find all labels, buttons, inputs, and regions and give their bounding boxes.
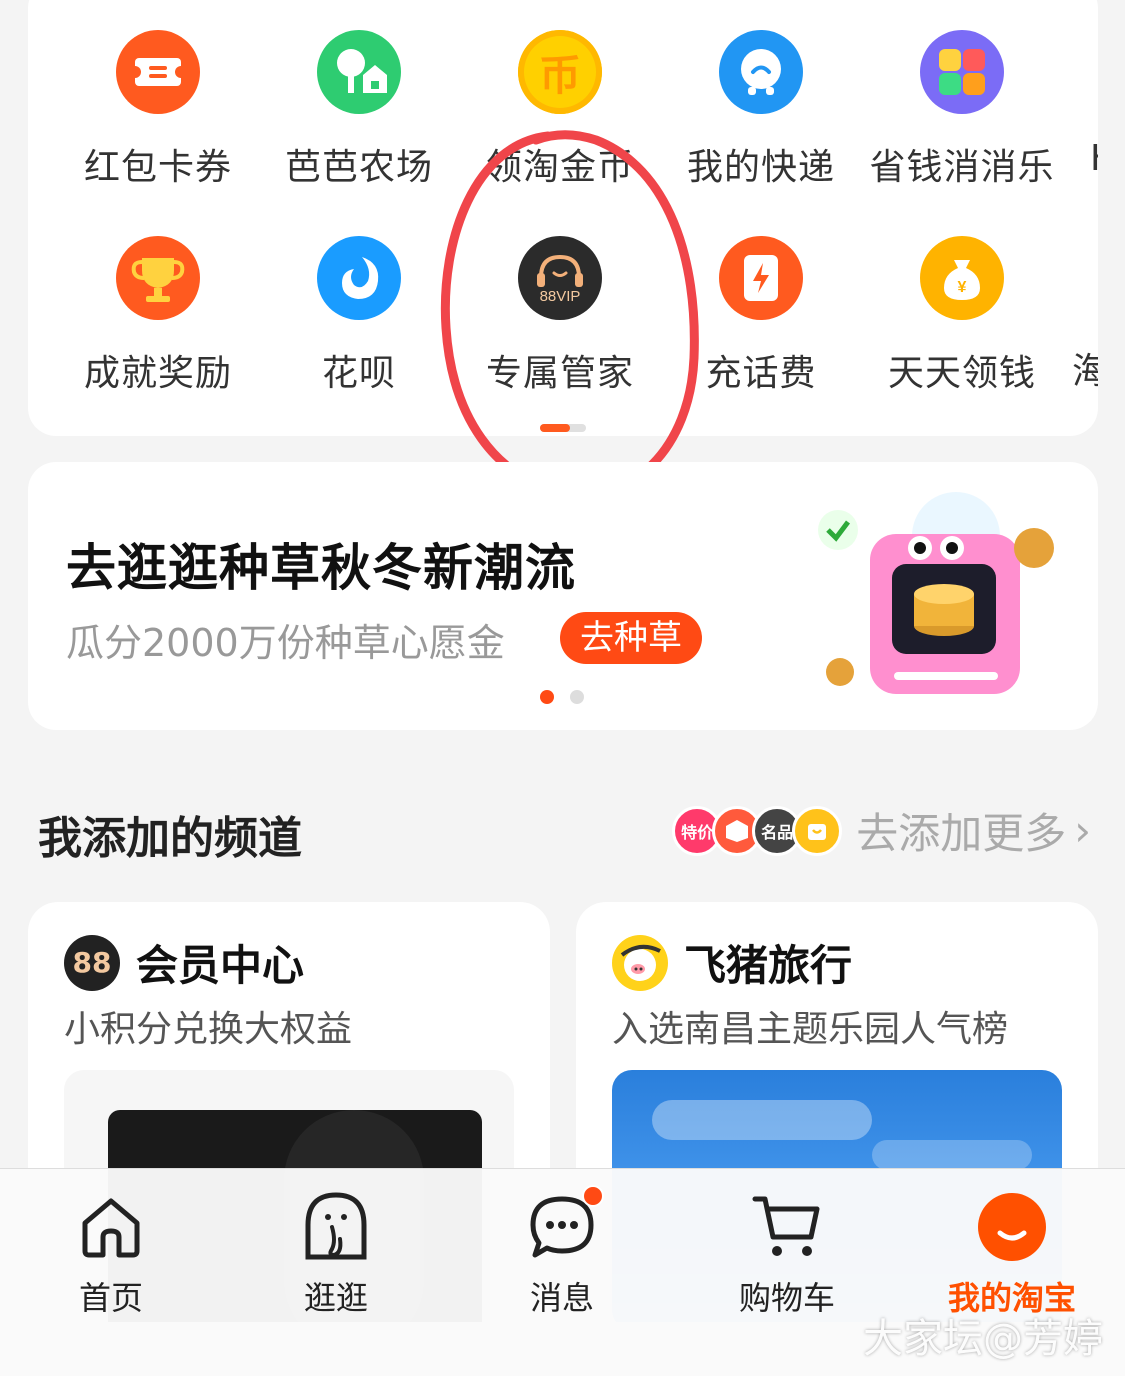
promo-banner[interactable]: 去逛逛种草秋冬新潮流 瓜分2000万份种草心愿金 去种草 [28,462,1098,730]
grid-item-phone-recharge[interactable]: 充话费 [661,236,861,396]
channel-name: 飞猪旅行 [684,941,853,990]
channel-name: 会员中心 [136,941,305,990]
banner-title: 去逛逛种草秋冬新潮流 [66,539,576,597]
grid-item-courier[interactable]: 我的快递 [661,30,861,190]
grid-page-indicator [540,424,586,432]
banner-subtitle: 瓜分2000万份种草心愿金 [66,621,505,665]
headset-88vip-icon: 88VIP [518,236,602,320]
grid-item-farm[interactable]: 芭芭农场 [259,30,459,190]
tab-messages[interactable]: 消息 [487,1185,637,1319]
tab-label: 消息 [529,1279,594,1317]
member-88-logo-icon: 88 [64,934,120,991]
cart-icon [751,1191,823,1263]
my-channels-title: 我添加的频道 [38,813,302,864]
channel-description: 入选南昌主题乐园人气榜 [612,1009,1009,1050]
tab-label: 购物车 [738,1279,835,1317]
grid-item-achievements[interactable]: 成就奖励 [58,236,258,396]
grid-item-label: 红包卡券 [83,147,232,188]
grid-item-label: 花呗 [321,353,396,394]
coin-icon: 币 [518,30,602,114]
grid-item-daily-money[interactable]: ¥ 天天领钱 [862,236,1062,396]
grid-item-exclusive-butler[interactable]: 88VIP 专属管家 [460,236,660,396]
grid-item-coins[interactable]: 币 领淘金币 [460,30,660,190]
chevron-right-icon: › [1074,806,1091,855]
my-taobao-icon [976,1191,1048,1263]
tab-explore[interactable]: 逛逛 [261,1191,411,1319]
ticket-icon [116,30,200,114]
tab-label: 首页 [78,1279,143,1317]
grid-item-puzzle-game[interactable]: 省钱消消乐 [862,30,1062,190]
svg-text:¥: ¥ [958,279,967,296]
tab-cart[interactable]: 购物车 [712,1191,862,1319]
service-grid-card: 红包卡券 芭芭农场 币 领淘金币 我的快递 省钱消消乐 H 成就奖励 [28,0,1098,436]
shop-channel-icon [792,805,843,856]
channel-description: 小积分兑换大权益 [64,1009,353,1050]
courier-icon [719,30,803,114]
trophy-icon [116,236,200,320]
grid-item-label: 成就奖励 [83,353,232,394]
grid-item-label: 充话费 [705,353,817,394]
grid-item-label: 专属管家 [485,353,634,394]
farm-tree-icon [317,30,401,114]
home-icon [75,1191,147,1263]
money-bag-icon: ¥ [920,236,1004,320]
svg-text:88VIP: 88VIP [540,288,581,305]
grid-item-partial-label: 海 [1072,351,1098,392]
add-more-channels-link[interactable]: 特价 名品 去添加更多 › [672,800,1091,861]
message-icon [526,1185,604,1263]
grid-item-label: 天天领钱 [887,353,1036,394]
phone-charge-icon [719,236,803,320]
grid-item-red-packet[interactable]: 红包卡券 [58,30,258,190]
grid-item-label: 芭芭农场 [284,147,433,188]
grid-item-partial-label: H [1090,138,1098,179]
grid-item-label: 领淘金币 [485,147,634,188]
grid-item-label: 我的快递 [686,147,835,188]
explore-icon [300,1191,372,1263]
grid-item-label: 省钱消消乐 [869,147,1055,188]
gift-machine-illustration [818,492,1054,694]
plant-grass-button[interactable]: 去种草 [560,612,702,664]
tab-label: 逛逛 [303,1279,368,1317]
tab-my-taobao[interactable]: 我的淘宝 [937,1191,1087,1319]
unread-dot [582,1185,604,1207]
tab-home[interactable]: 首页 [36,1191,186,1319]
banner-page-indicator [540,690,584,704]
add-more-label: 去添加更多 [856,809,1067,858]
fliggy-pig-logo-icon [612,934,668,991]
huabei-icon [317,236,401,320]
grid-item-huabei[interactable]: 花呗 [259,236,459,396]
watermark: 大家坛@芳婷 [863,1316,1103,1362]
puzzle-game-icon [920,30,1004,114]
